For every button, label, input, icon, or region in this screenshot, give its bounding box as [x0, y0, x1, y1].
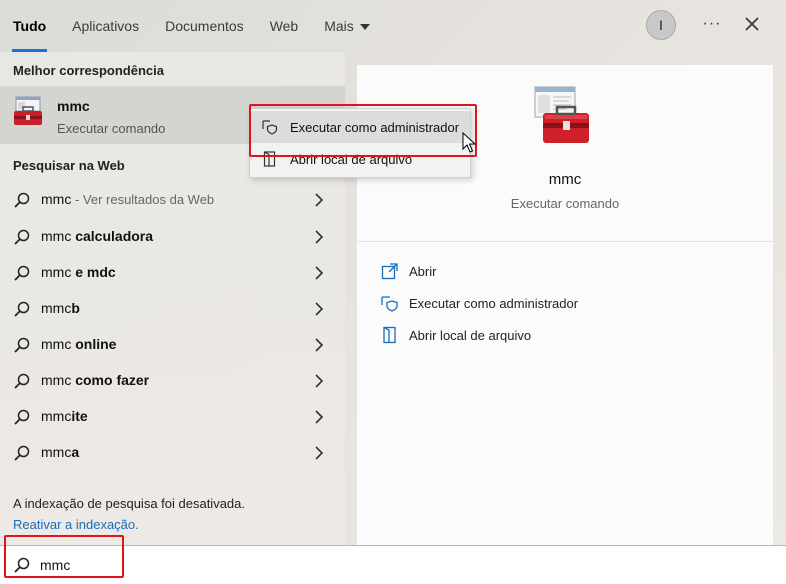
web-result-label: mmc - Ver resultados da Web [41, 191, 214, 207]
tab-label: Documentos [165, 18, 244, 34]
web-result-label: mmc online [41, 336, 116, 352]
search-icon [14, 229, 30, 245]
action-label: Abrir local de arquivo [409, 327, 532, 343]
search-icon [14, 373, 30, 389]
action-label: Executar como administrador [409, 295, 579, 311]
web-result-item[interactable]: mmc - Ver resultados da Web [0, 181, 345, 217]
query-suggestion: ite [71, 408, 88, 424]
tab-label: Web [269, 18, 299, 34]
query-prefix: mmc [41, 300, 72, 316]
tab-mais[interactable]: Mais [311, 0, 383, 52]
close-icon [745, 17, 759, 31]
query-prefix: mmc [41, 336, 76, 352]
tab-tudo[interactable]: Tudo [0, 0, 59, 52]
web-result-label: mmc como fazer [41, 372, 149, 388]
tab-label: Tudo [13, 18, 47, 34]
web-result-label: mmc e mdc [41, 264, 116, 280]
search-icon [14, 409, 30, 425]
web-result-item[interactable]: mmc online [0, 326, 345, 362]
web-result-label: mmcb [41, 300, 80, 316]
shield-icon [381, 296, 398, 312]
best-match-subtitle: Executar comando [57, 121, 166, 136]
query-prefix: mmc [41, 191, 72, 207]
open-file-location-action[interactable]: Abrir local de arquivo [381, 323, 531, 347]
query-suggestion: e mdc [75, 264, 116, 280]
best-match-name: mmc [57, 98, 90, 114]
web-result-item[interactable]: mmca [0, 434, 345, 470]
tab-aplicativos[interactable]: Aplicativos [59, 0, 152, 52]
more-icon: ··· [702, 15, 722, 32]
web-result-item[interactable]: mmc calculadora [0, 218, 345, 254]
mmc-toolbox-icon [534, 86, 589, 143]
web-result-label: mmca [41, 444, 79, 460]
open-action[interactable]: Abrir [381, 259, 436, 283]
chevron-right-icon [315, 302, 324, 316]
mouse-cursor-icon [462, 132, 476, 153]
avatar[interactable]: I [646, 10, 676, 40]
mmc-toolbox-icon [14, 96, 42, 125]
query-suggestion: a [71, 444, 80, 460]
highlight-box [4, 535, 124, 578]
chevron-right-icon [315, 230, 324, 244]
highlight-box [249, 104, 477, 157]
search-icon [14, 192, 30, 208]
more-options-button[interactable]: ··· [700, 12, 724, 36]
tab-web[interactable]: Web [257, 0, 312, 52]
detail-app-subtitle: Executar comando [510, 196, 620, 211]
query-suggestion: online [75, 336, 117, 352]
search-icon [14, 445, 30, 461]
query-prefix: mmc [41, 264, 76, 280]
chevron-right-icon [315, 193, 324, 207]
tab-label: Aplicativos [72, 18, 140, 34]
chevron-right-icon [315, 410, 324, 424]
query-prefix: mmc [41, 408, 72, 424]
query-prefix: mmc [41, 228, 76, 244]
search-icon [14, 337, 30, 353]
file-location-icon [383, 326, 396, 344]
query-suggestion: como fazer [75, 372, 150, 388]
search-icon [14, 301, 30, 317]
query-suggestion: calculadora [75, 228, 154, 244]
reenable-indexing-link[interactable]: Reativar a indexação. [13, 517, 139, 532]
web-search-heading: Pesquisar na Web [13, 158, 125, 173]
query-note: - Ver resultados da Web [71, 192, 215, 207]
chevron-right-icon [315, 446, 324, 460]
open-icon [381, 263, 398, 280]
chevron-right-icon [315, 338, 324, 352]
web-result-label: mmcite [41, 408, 88, 424]
chevron-right-icon [315, 266, 324, 280]
search-icon [14, 265, 30, 281]
query-prefix: mmc [41, 372, 76, 388]
web-result-item[interactable]: mmcb [0, 290, 345, 326]
best-match-heading: Melhor correspondência [13, 63, 164, 78]
avatar-letter: I [659, 17, 663, 33]
action-label: Abrir [409, 263, 437, 279]
run-as-admin-action[interactable]: Executar como administrador [381, 291, 578, 315]
chevron-right-icon [315, 374, 324, 388]
web-result-label: mmc calculadora [41, 228, 153, 244]
close-button[interactable] [742, 14, 762, 34]
web-result-item[interactable]: mmc como fazer [0, 362, 345, 398]
query-prefix: mmc [41, 444, 72, 460]
indexing-note: A indexação de pesquisa foi desativada. [13, 496, 246, 511]
web-result-item[interactable]: mmc e mdc [0, 254, 345, 290]
chevron-down-icon [359, 24, 370, 30]
query-suggestion: b [71, 300, 80, 316]
web-result-item[interactable]: mmcite [0, 398, 345, 434]
tab-label: Mais [324, 18, 354, 34]
tab-documentos[interactable]: Documentos [152, 0, 257, 52]
divider [357, 241, 773, 242]
